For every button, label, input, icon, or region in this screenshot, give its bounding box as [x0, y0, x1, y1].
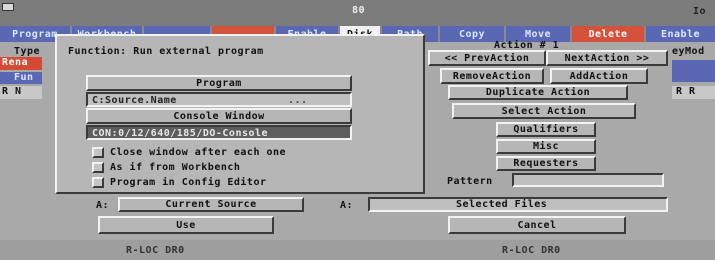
path-field-value: C:Source.Name: [92, 95, 177, 106]
duplicate-action-button[interactable]: Duplicate Action: [448, 85, 628, 100]
tab-enable-2[interactable]: Enable: [646, 26, 715, 42]
sidebar-keymod-label: eyMod: [672, 46, 705, 57]
console-field[interactable]: CON:0/12/640/185/DO-Console: [86, 125, 352, 140]
workbench-label: As if from Workbench: [110, 162, 241, 173]
tab-delete[interactable]: Delete: [572, 26, 644, 42]
footer-left-label: R-LOC DR0: [126, 245, 185, 256]
depth-gadget-label[interactable]: Io: [693, 6, 706, 17]
misc-button[interactable]: Misc: [496, 139, 596, 154]
path-field-value-right: ...: [288, 95, 308, 106]
selected-files-label: Selected Files: [456, 199, 548, 210]
window-number: 80: [352, 5, 366, 16]
source-prefix: A:: [96, 200, 110, 211]
next-action-button[interactable]: NextAction >>: [546, 50, 668, 66]
console-window-button[interactable]: Console Window: [86, 108, 352, 124]
sidebar-fun-button[interactable]: Fun: [0, 72, 42, 84]
prev-action-button[interactable]: << PrevAction: [428, 50, 546, 66]
cancel-button[interactable]: Cancel: [448, 216, 626, 234]
workbench-checkbox[interactable]: [92, 162, 104, 173]
sidebar-right-blue[interactable]: [672, 60, 715, 82]
selected-files-field[interactable]: Selected Files: [368, 197, 668, 212]
footer-bar: [0, 240, 715, 260]
close-window-label: Close window after each one: [110, 147, 287, 158]
remove-action-button[interactable]: RemoveAction: [440, 68, 544, 84]
select-action-button[interactable]: Select Action: [452, 103, 636, 119]
pattern-input[interactable]: [512, 173, 664, 187]
pattern-label: Pattern: [447, 176, 493, 187]
program-button[interactable]: Program: [86, 75, 352, 91]
config-editor-label: Program in Config Editor: [110, 177, 267, 188]
sidebar-rn-buttons[interactable]: R N: [0, 86, 42, 99]
sidebar-rr-buttons[interactable]: R R: [672, 86, 715, 99]
current-source-button[interactable]: Current Source: [118, 197, 304, 212]
dest-prefix: A:: [340, 200, 354, 211]
requesters-button[interactable]: Requesters: [496, 156, 596, 171]
add-action-button[interactable]: AddAction: [550, 68, 648, 84]
path-field[interactable]: C:Source.Name ...: [86, 92, 352, 107]
use-button[interactable]: Use: [98, 216, 274, 234]
qualifiers-button[interactable]: Qualifiers: [496, 122, 596, 137]
close-gadget-icon[interactable]: [2, 3, 14, 11]
footer-right-label: R-LOC DR0: [502, 245, 561, 256]
close-window-checkbox[interactable]: [92, 147, 104, 158]
sidebar-rename-button[interactable]: Rena: [0, 57, 42, 70]
config-editor-checkbox[interactable]: [92, 177, 104, 188]
sidebar-type-label: Type: [14, 46, 41, 57]
function-title: Function: Run external program: [68, 46, 264, 57]
console-field-value: CON:0/12/640/185/DO-Console: [92, 128, 269, 139]
